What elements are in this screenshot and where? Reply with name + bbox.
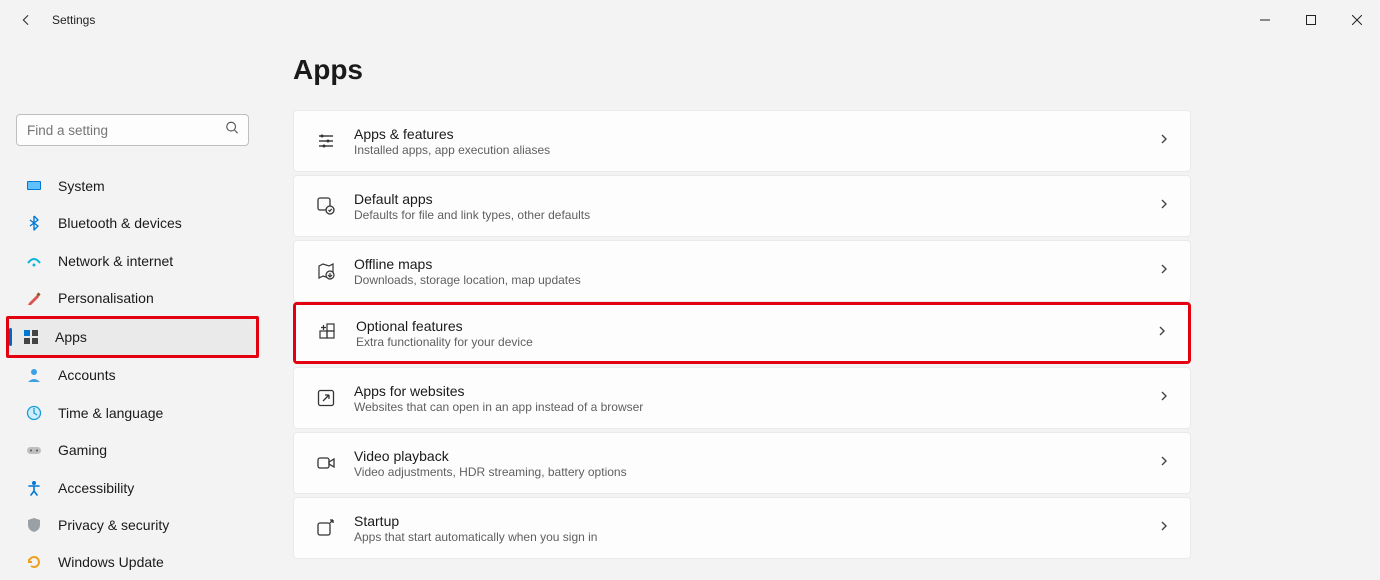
- card-desc: Websites that can open in an app instead…: [354, 400, 1140, 414]
- sidebar-item-accounts[interactable]: Accounts: [12, 358, 253, 393]
- sidebar-item-label: Time & language: [58, 405, 163, 421]
- card-apps-features[interactable]: Apps & features Installed apps, app exec…: [293, 110, 1191, 172]
- titlebar: Settings: [0, 0, 1380, 40]
- sidebar-item-label: Windows Update: [58, 554, 164, 570]
- card-title: Optional features: [356, 318, 1138, 334]
- optional-features-icon: [318, 323, 338, 343]
- card-desc: Downloads, storage location, map updates: [354, 273, 1140, 287]
- video-playback-icon: [316, 453, 336, 473]
- privacy-icon: [26, 517, 42, 533]
- network-icon: [26, 253, 42, 269]
- sidebar-item-accessibility[interactable]: Accessibility: [12, 470, 253, 505]
- gaming-icon: [26, 442, 42, 458]
- sidebar-item-label: System: [58, 178, 105, 194]
- chevron-right-icon: [1158, 389, 1170, 407]
- card-title: Apps for websites: [354, 383, 1140, 399]
- card-title: Offline maps: [354, 256, 1140, 272]
- sidebar-item-gaming[interactable]: Gaming: [12, 432, 253, 467]
- chevron-right-icon: [1158, 132, 1170, 150]
- sidebar-item-time-language[interactable]: Time & language: [12, 395, 253, 430]
- highlight-optional-features: Optional features Extra functionality fo…: [293, 302, 1191, 364]
- offline-maps-icon: [316, 261, 336, 281]
- apps-websites-icon: [316, 388, 336, 408]
- card-apps-websites[interactable]: Apps for websites Websites that can open…: [293, 367, 1191, 429]
- card-video-playback[interactable]: Video playback Video adjustments, HDR st…: [293, 432, 1191, 494]
- minimize-button[interactable]: [1242, 0, 1288, 40]
- highlight-sidebar-apps: Apps: [6, 316, 259, 358]
- default-apps-icon: [316, 196, 336, 216]
- card-desc: Video adjustments, HDR streaming, batter…: [354, 465, 1140, 479]
- system-icon: [26, 178, 42, 194]
- sidebar-item-personalisation[interactable]: Personalisation: [12, 280, 253, 315]
- sidebar-item-bluetooth[interactable]: Bluetooth & devices: [12, 205, 253, 240]
- card-startup[interactable]: Startup Apps that start automatically wh…: [293, 497, 1191, 559]
- bluetooth-icon: [26, 215, 42, 231]
- chevron-right-icon: [1158, 454, 1170, 472]
- card-desc: Apps that start automatically when you s…: [354, 530, 1140, 544]
- back-button[interactable]: [18, 12, 34, 28]
- chevron-right-icon: [1158, 262, 1170, 280]
- accounts-icon: [26, 367, 42, 383]
- sidebar-item-label: Privacy & security: [58, 517, 169, 533]
- chevron-right-icon: [1158, 519, 1170, 537]
- close-button[interactable]: [1334, 0, 1380, 40]
- sidebar-item-label: Accessibility: [58, 480, 134, 496]
- sidebar-item-label: Accounts: [58, 367, 116, 383]
- card-title: Apps & features: [354, 126, 1140, 142]
- sidebar-item-network[interactable]: Network & internet: [12, 243, 253, 278]
- card-desc: Installed apps, app execution aliases: [354, 143, 1140, 157]
- chevron-right-icon: [1156, 324, 1168, 342]
- startup-icon: [316, 518, 336, 538]
- card-desc: Defaults for file and link types, other …: [354, 208, 1140, 222]
- sidebar: System Bluetooth & devices Network & int…: [0, 40, 265, 580]
- personalisation-icon: [26, 290, 42, 306]
- card-title: Startup: [354, 513, 1140, 529]
- page-title: Apps: [293, 54, 1352, 86]
- window-controls: [1242, 0, 1380, 40]
- apps-icon: [23, 329, 39, 345]
- settings-card-list-2: Apps for websites Websites that can open…: [293, 367, 1191, 559]
- sidebar-item-system[interactable]: System: [12, 168, 253, 203]
- card-optional-features[interactable]: Optional features Extra functionality fo…: [296, 305, 1188, 361]
- card-title: Default apps: [354, 191, 1140, 207]
- main-content: Apps Apps & features Installed apps, app…: [265, 40, 1380, 580]
- maximize-button[interactable]: [1288, 0, 1334, 40]
- sidebar-item-privacy[interactable]: Privacy & security: [12, 507, 253, 542]
- card-desc: Extra functionality for your device: [356, 335, 1138, 349]
- card-title: Video playback: [354, 448, 1140, 464]
- sidebar-item-label: Bluetooth & devices: [58, 215, 182, 231]
- sidebar-item-label: Apps: [55, 329, 87, 345]
- card-default-apps[interactable]: Default apps Defaults for file and link …: [293, 175, 1191, 237]
- window-title: Settings: [52, 13, 95, 27]
- sidebar-item-label: Network & internet: [58, 253, 173, 269]
- accessibility-icon: [26, 480, 42, 496]
- sidebar-item-windows-update[interactable]: Windows Update: [12, 545, 253, 580]
- sidebar-item-apps[interactable]: Apps: [9, 319, 256, 355]
- time-language-icon: [26, 405, 42, 421]
- chevron-right-icon: [1158, 197, 1170, 215]
- settings-card-list: Apps & features Installed apps, app exec…: [293, 110, 1191, 302]
- windows-update-icon: [26, 554, 42, 570]
- sidebar-item-label: Personalisation: [58, 290, 154, 306]
- search-input[interactable]: [16, 114, 249, 146]
- card-offline-maps[interactable]: Offline maps Downloads, storage location…: [293, 240, 1191, 302]
- search-box: [16, 114, 249, 146]
- apps-features-icon: [316, 131, 336, 151]
- sidebar-item-label: Gaming: [58, 442, 107, 458]
